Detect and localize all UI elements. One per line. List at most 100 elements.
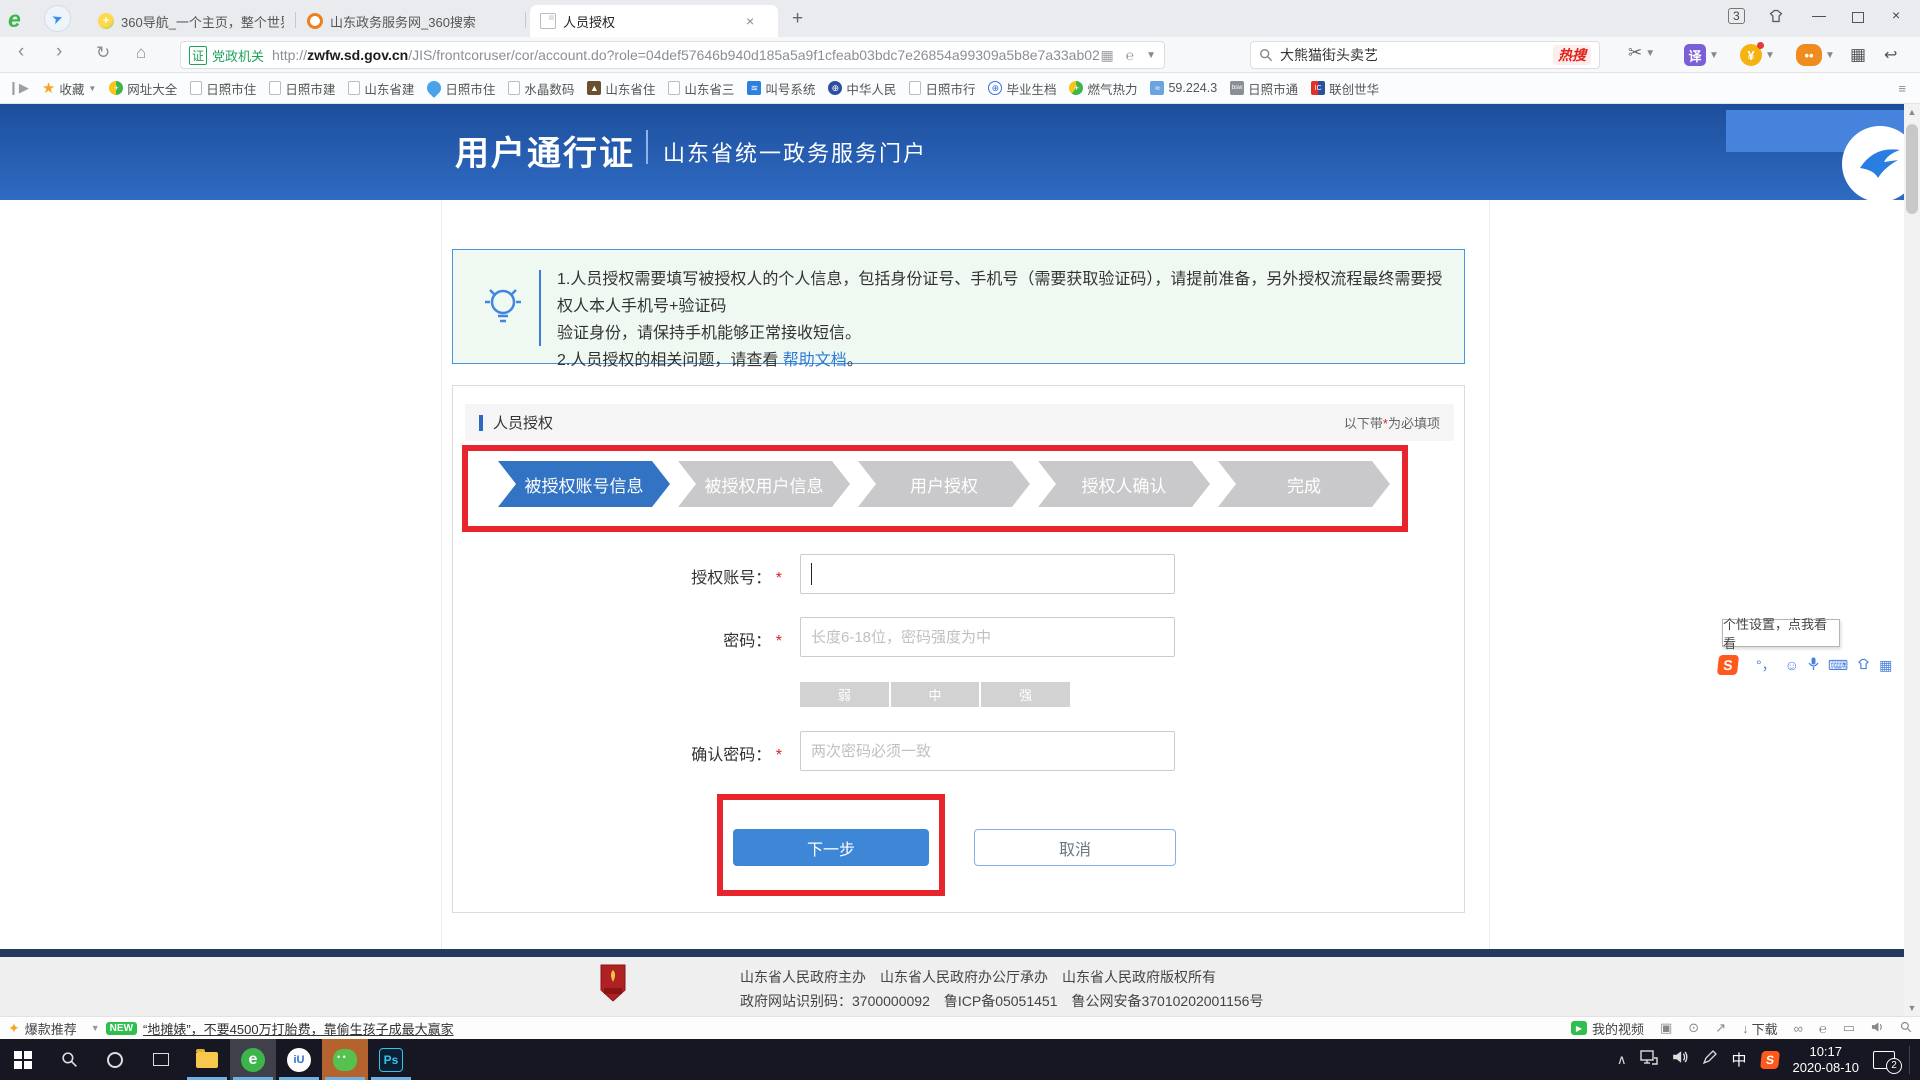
bookmarks-overflow-icon[interactable]: ≡: [1898, 81, 1906, 96]
recently-closed-icon[interactable]: ↩: [1884, 45, 1897, 65]
close-button[interactable]: ×: [1892, 7, 1900, 23]
maximize-button[interactable]: [1852, 10, 1864, 26]
bookmark-item[interactable]: 日照市住: [427, 79, 495, 98]
reading-mode-icon[interactable]: ∞: [1794, 1021, 1803, 1036]
skin-icon[interactable]: [1857, 657, 1870, 673]
start-button[interactable]: [0, 1039, 46, 1080]
tray-expand-icon[interactable]: ∧: [1617, 1052, 1627, 1068]
ie-mode-icon[interactable]: ℮: [1819, 1021, 1827, 1036]
pen-icon[interactable]: [1702, 1050, 1717, 1070]
search-query[interactable]: 大熊猫街头卖艺: [1280, 45, 1553, 65]
screenshot-tool[interactable]: ✂▼: [1628, 43, 1655, 63]
action-center-icon[interactable]: 2: [1873, 1051, 1895, 1069]
home-icon[interactable]: ⌂: [136, 43, 146, 63]
wechat-button[interactable]: [322, 1039, 368, 1080]
volume-icon[interactable]: [1672, 1050, 1688, 1069]
bookmark-item[interactable]: ▲山东省住: [587, 79, 655, 98]
sogou-logo-icon[interactable]: S: [1717, 655, 1739, 675]
photoshop-button[interactable]: Ps: [368, 1039, 414, 1080]
file-explorer-button[interactable]: [184, 1039, 230, 1080]
bookmark-item[interactable]: 山东省建: [348, 79, 414, 98]
url-field[interactable]: 证 党政机关 http://zwfw.sd.gov.cn/JIS/frontco…: [180, 41, 1165, 69]
taskbar-search-button[interactable]: [46, 1039, 92, 1080]
bookmark-item[interactable]: 水晶数码: [508, 79, 574, 98]
network-icon[interactable]: [1640, 1050, 1658, 1070]
browser-360-button[interactable]: e: [230, 1039, 276, 1080]
account-input[interactable]: [800, 554, 1175, 594]
help-doc-link[interactable]: 帮助文档: [783, 352, 847, 369]
toolbox-grid-icon[interactable]: ▦: [1879, 657, 1892, 674]
scrollbar-thumb[interactable]: [1906, 124, 1918, 214]
page-scrollbar[interactable]: ▲ ▼: [1904, 104, 1920, 1016]
minimize-button[interactable]: —: [1812, 7, 1826, 23]
window-count-badge[interactable]: 3: [1728, 7, 1745, 24]
mute-icon[interactable]: [1871, 1021, 1884, 1036]
compat-mode-icon[interactable]: ℮: [1126, 47, 1134, 63]
url-dropdown-icon[interactable]: ▼: [1146, 50, 1156, 61]
bookmark-item[interactable]: 山东省三: [668, 79, 734, 98]
page-icon: [190, 81, 202, 95]
bookmark-item[interactable]: +网址大全: [109, 79, 177, 98]
tab-360-navigation[interactable]: + 360导航_一个主页，整个世界: [88, 5, 294, 37]
qr-code-icon[interactable]: ▦: [1100, 47, 1113, 64]
scroll-down-arrow[interactable]: ▼: [1904, 1000, 1920, 1016]
tab-close-icon[interactable]: ×: [746, 13, 754, 29]
new-tab-button[interactable]: +: [792, 8, 803, 30]
tab-sd-gov-search[interactable]: 山东政务服务网_360搜索: [297, 5, 523, 37]
emoji-icon[interactable]: ☺: [1785, 657, 1799, 673]
history-icon[interactable]: ⊙: [1688, 1020, 1699, 1036]
bookmark-item[interactable]: 日照市行: [909, 79, 975, 98]
booster-icon[interactable]: ↗: [1715, 1020, 1726, 1036]
bookmark-item[interactable]: ⊕中华人民: [828, 79, 896, 98]
gallery-icon[interactable]: ▣: [1660, 1020, 1672, 1036]
navigation-compass-icon[interactable]: ➤: [44, 5, 71, 32]
show-desktop-divider[interactable]: [1909, 1046, 1910, 1074]
favorites-menu[interactable]: ★收藏▼: [42, 79, 96, 98]
promo-label[interactable]: 爆款推荐: [25, 1019, 77, 1038]
confirm-password-input[interactable]: [800, 731, 1175, 771]
bookmark-item[interactable]: ≈59.224.3: [1150, 81, 1217, 95]
forward-icon[interactable]: ›: [56, 41, 62, 63]
bookmark-item[interactable]: ≋叫号系统: [747, 79, 815, 98]
refresh-icon[interactable]: ↻: [96, 43, 110, 63]
game-center-tool[interactable]: ••▼: [1796, 44, 1835, 66]
promo-headline-link[interactable]: “地摊婊”，不要4500万打胎费，靠偷生孩子成最大赢家: [143, 1019, 454, 1038]
bookmark-item[interactable]: 日照市住: [190, 79, 256, 98]
hot-search-badge[interactable]: 热搜: [1553, 45, 1591, 65]
next-step-button[interactable]: 下一步: [733, 829, 929, 866]
browser-menu-icon[interactable]: e: [8, 6, 21, 33]
page-zoom-icon[interactable]: [1900, 1021, 1912, 1036]
bookmark-item[interactable]: IC联创世华: [1311, 79, 1379, 98]
cancel-button[interactable]: 取消: [974, 829, 1176, 866]
window-split-icon[interactable]: ▭: [1843, 1020, 1855, 1036]
translate-tool[interactable]: 译▼: [1684, 44, 1719, 66]
bookmark-item[interactable]: +燃气热力: [1069, 79, 1137, 98]
password-input[interactable]: [800, 617, 1175, 657]
theme-skin-icon[interactable]: [1768, 9, 1784, 26]
tab-personnel-authorization[interactable]: 人员授权 ×: [530, 5, 778, 37]
sogou-tray-icon[interactable]: S: [1760, 1051, 1780, 1069]
ime-settings-tooltip[interactable]: 个性设置，点我看看: [1722, 619, 1840, 647]
ime-language-indicator[interactable]: 中: [1731, 1049, 1746, 1070]
punctuation-icon[interactable]: °，: [1756, 655, 1776, 675]
download-manager-button[interactable]: ↓下载: [1742, 1019, 1778, 1038]
step-user-authorize: 用户授权: [858, 461, 1030, 507]
clock[interactable]: 10:17 2020-08-10: [1793, 1044, 1860, 1076]
app-iu-button[interactable]: iU: [276, 1039, 322, 1080]
extensions-grid-icon[interactable]: ▦: [1850, 45, 1866, 65]
scroll-up-arrow[interactable]: ▲: [1904, 104, 1920, 120]
bookmark-item[interactable]: 日照市建: [269, 79, 335, 98]
cortana-button[interactable]: [92, 1039, 138, 1080]
search-box[interactable]: 大熊猫街头卖艺 热搜: [1250, 41, 1600, 69]
title-divider: [646, 130, 648, 164]
wallet-tool[interactable]: ¥▼: [1740, 44, 1775, 66]
mic-icon[interactable]: [1808, 657, 1819, 674]
bookmark-item[interactable]: ⊕毕业生档: [988, 79, 1056, 98]
bookmarks-pin-icon[interactable]: ❙▶: [8, 80, 29, 96]
my-videos-button[interactable]: ▶我的视频: [1571, 1019, 1644, 1038]
task-view-button[interactable]: [138, 1039, 184, 1080]
bookmark-item[interactable]: bsw日照市通: [1230, 79, 1298, 98]
back-icon[interactable]: ‹: [18, 41, 24, 63]
keyboard-icon[interactable]: ⌨: [1828, 657, 1848, 674]
promo-collapse-icon[interactable]: ▼: [91, 1023, 100, 1033]
